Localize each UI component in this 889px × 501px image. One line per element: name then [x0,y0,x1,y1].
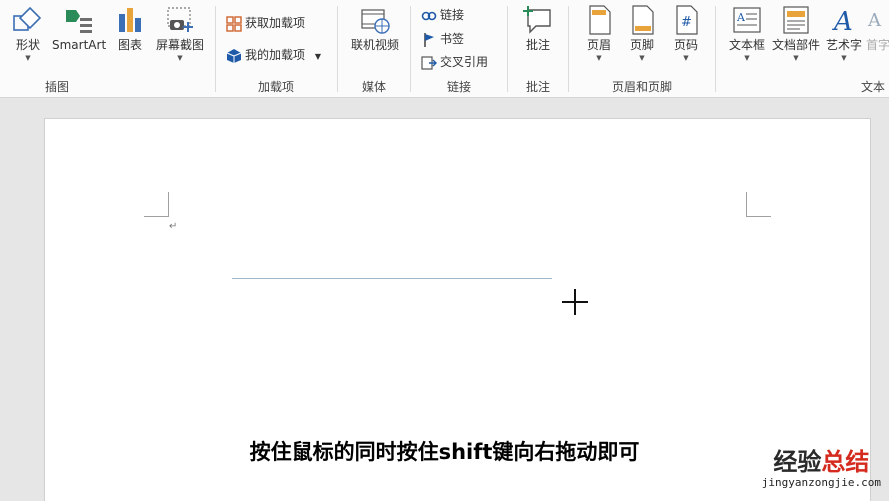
comment-icon [523,6,551,34]
my-addins-label: 我的加载项 [245,48,306,62]
margin-corner-top-right [746,192,771,217]
group-header-footer: 页眉 ▼ 页脚 ▼ # 页码 ▼ 页眉和页脚 [569,0,715,97]
watermark-main: 经验总结 [762,448,881,476]
comment-label: 批注 [525,38,550,52]
margin-corner-top-left [144,192,169,217]
drawn-line-shape[interactable] [232,278,552,279]
chevron-down-icon: ▼ [639,54,645,62]
shapes-icon [13,6,42,31]
my-addins-button[interactable]: 我的加载项 ▼ [226,46,321,64]
smartart-button[interactable]: SmartArt [52,4,106,52]
ribbon-insert-tab: 形状 ▼ SmartArt 图表 屏幕截图 ▼ 插图 获取加载项 我的加载项 ▼… [0,0,889,98]
get-addins-button[interactable]: 获取加载项 [226,14,305,32]
chart-button[interactable]: 图表 [112,4,148,52]
smartart-icon [66,10,92,33]
link-icon [421,11,437,20]
bookmark-flag-icon [424,32,434,47]
bar-chart-icon [119,8,141,32]
text-box-button[interactable]: A 文本框 ▼ [724,4,770,64]
header-button[interactable]: 页眉 ▼ [579,4,619,64]
watermark-logo: 经验总结 jingyanzongjie.com [762,448,881,489]
wordart-label: 艺术字 [825,38,862,52]
screenshot-button[interactable]: 屏幕截图 ▼ [152,4,208,64]
watermark-main-b: 总结 [821,448,870,476]
page-number-button[interactable]: # 页码 ▼ [666,4,706,64]
link-button[interactable]: 链接 [421,6,464,24]
chevron-down-icon: ▼ [744,54,750,62]
get-addins-label: 获取加载项 [245,16,306,30]
group-text: A 文本框 ▼ 文档部件 ▼ A 艺术字 ▼ A 首字 文本 [716,0,889,97]
svg-text:A: A [832,7,853,36]
group-label-media: 媒体 [361,80,386,94]
drop-cap-label: 首字 [866,38,889,52]
footer-button[interactable]: 页脚 ▼ [622,4,662,64]
page-number-icon: # [676,5,698,35]
video-subtitle: 按住鼠标的同时按住shift键向右拖动即可 [249,440,640,464]
page-number-label: 页码 [673,38,698,52]
group-label-header-footer: 页眉和页脚 [611,80,672,94]
chevron-down-icon: ▼ [793,54,799,62]
quick-parts-label: 文档部件 [771,38,820,52]
drop-cap-icon: A [867,10,882,31]
screenshot-label: 屏幕截图 [155,38,204,52]
bookmark-label: 书签 [440,32,465,46]
group-comments: 批注 批注 [508,0,568,97]
shapes-button[interactable]: 形状 ▼ [8,4,48,64]
footer-icon [632,5,654,35]
footer-label: 页脚 [629,38,654,52]
text-box-icon: A [733,7,761,33]
chevron-down-icon: ▼ [177,54,183,62]
cross-reference-label: 交叉引用 [440,55,489,69]
store-icon [226,15,242,32]
group-label-links: 链接 [446,80,471,94]
svg-text:A: A [867,10,882,31]
header-label: 页眉 [586,38,611,52]
watermark-url: jingyanzongjie.com [761,476,881,489]
group-label-addins: 加载项 [257,80,294,94]
paragraph-mark: ↵ [169,221,178,232]
smartart-label: SmartArt [52,38,107,52]
group-label-text: 文本 [860,80,885,94]
group-label-illustrations: 插图 [44,80,69,94]
quick-parts-button[interactable]: 文档部件 ▼ [769,4,823,64]
bookmark-button[interactable]: 书签 [421,30,464,48]
group-links: 链接 书签 交叉引用 链接 [411,0,507,97]
cross-reference-icon [421,55,437,70]
group-label-comments: 批注 [525,80,550,94]
quick-parts-icon [783,6,809,34]
chevron-down-icon: ▼ [841,54,847,62]
chevron-down-icon: ▼ [25,54,31,62]
online-video-button[interactable]: 联机视频 [346,4,404,52]
header-icon [589,5,611,35]
crosshair-cursor-icon [562,289,588,315]
new-comment-button[interactable]: 批注 [518,4,558,52]
shapes-label: 形状 [15,38,40,52]
chart-label: 图表 [117,38,142,52]
svg-text:#: # [681,15,692,30]
online-video-label: 联机视频 [350,38,399,52]
wordart-icon: A [832,7,853,36]
group-illustrations: 形状 ▼ SmartArt 图表 屏幕截图 ▼ 插图 [0,0,214,97]
group-addins: 获取加载项 我的加载项 ▼ 加载项 [216,0,336,97]
chevron-down-icon: ▼ [314,52,321,61]
online-video-icon [361,9,390,34]
text-box-label: 文本框 [728,38,765,52]
screenshot-icon [167,7,193,32]
chevron-down-icon: ▼ [596,54,602,62]
wordart-button[interactable]: A 艺术字 ▼ [824,4,864,64]
watermark-main-a: 经验 [773,448,822,476]
svg-text:A: A [736,11,746,24]
chevron-down-icon: ▼ [683,54,689,62]
group-media: 联机视频 媒体 [338,0,410,97]
link-label: 链接 [440,8,465,22]
cross-reference-button[interactable]: 交叉引用 [421,53,488,71]
addin-cube-icon [226,48,242,63]
drop-cap-button[interactable]: A 首字 [866,4,889,52]
